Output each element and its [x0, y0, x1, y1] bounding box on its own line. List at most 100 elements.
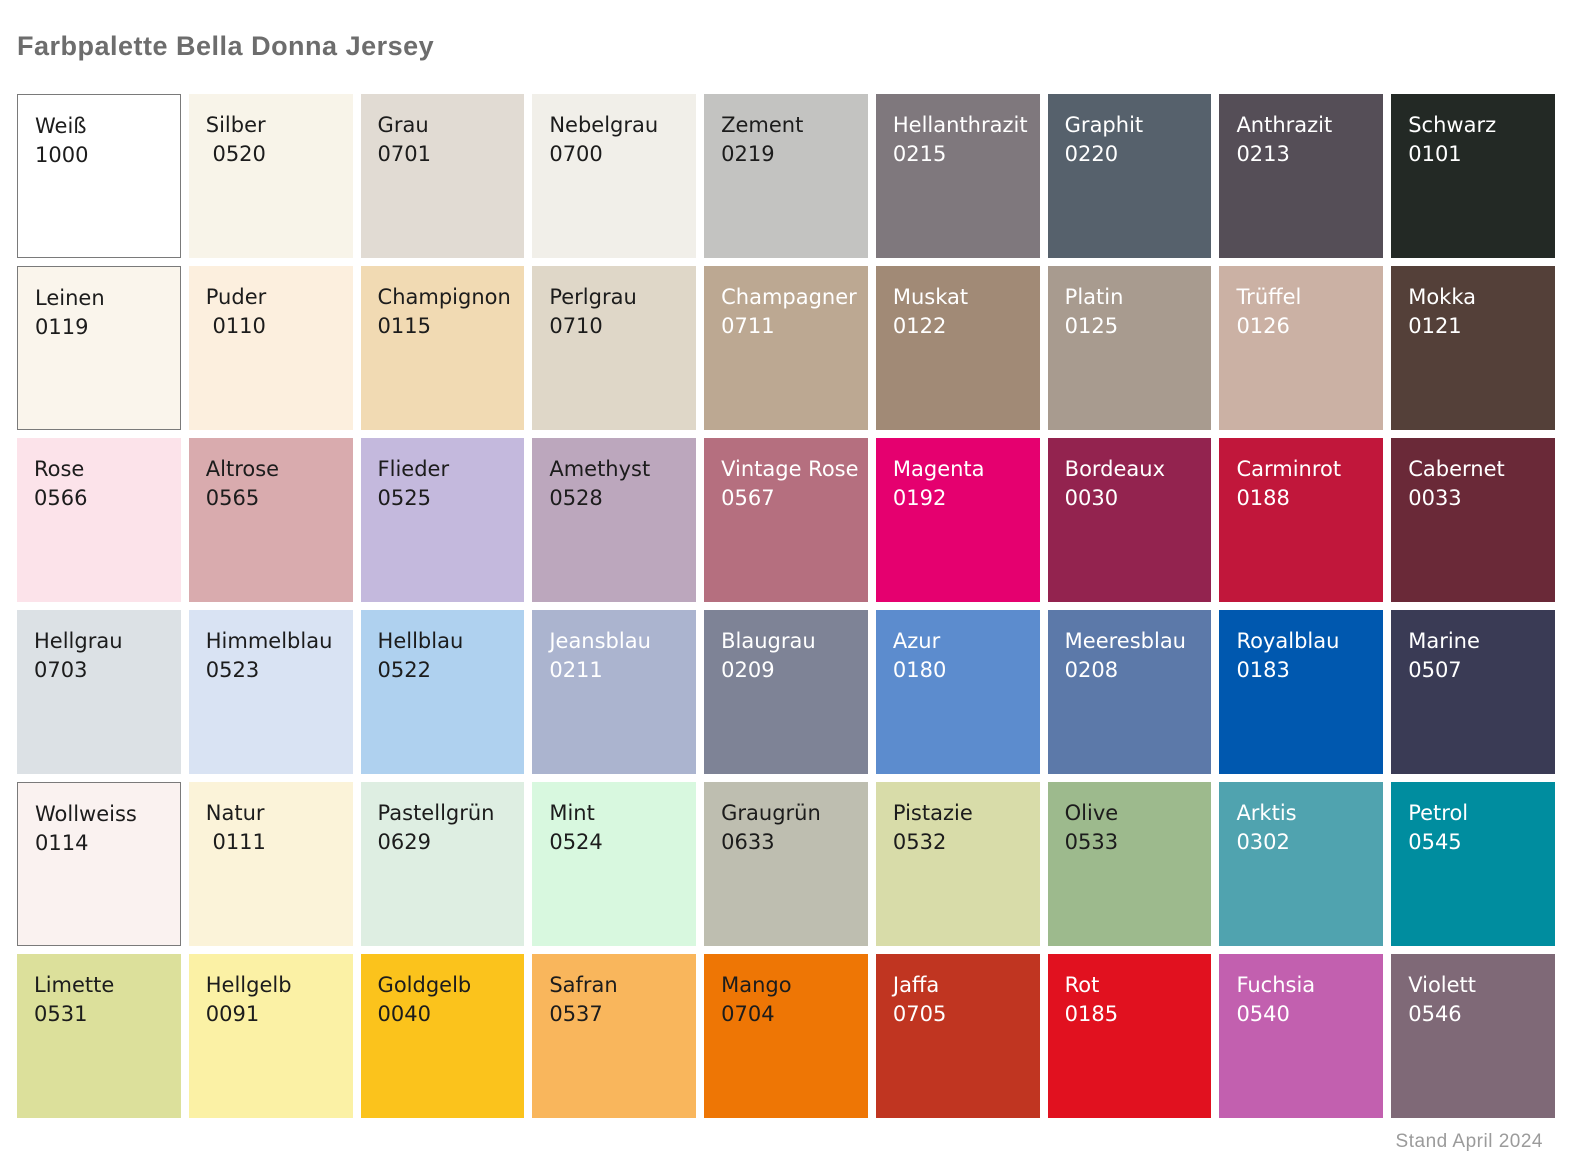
- swatch-code: 1000: [35, 141, 172, 170]
- color-swatch-0185: Rot0185: [1048, 954, 1212, 1118]
- swatch-code: 0110: [206, 312, 345, 341]
- swatch-name: Hellgrau: [34, 627, 173, 656]
- color-swatch-0040: Goldgelb0040: [361, 954, 525, 1118]
- swatch-name: Magenta: [893, 455, 1032, 484]
- color-swatch-0711: Champagner0711: [704, 266, 868, 430]
- swatch-name: Champignon: [378, 283, 517, 312]
- swatch-name: Violett: [1408, 971, 1547, 1000]
- color-swatch-0119: Leinen0119: [17, 266, 181, 430]
- swatch-name: Olive: [1065, 799, 1204, 828]
- swatch-code: 0125: [1065, 312, 1204, 341]
- color-swatch-grid: Weiß1000 Silber 0520 Grau0701 Nebelgrau0700…: [17, 94, 1555, 1118]
- color-swatch-0220: Graphit0220: [1048, 94, 1212, 258]
- swatch-code: 0114: [35, 829, 172, 858]
- color-swatch-0209: Blaugrau0209: [704, 610, 868, 774]
- swatch-name: Nebelgrau: [549, 111, 688, 140]
- swatch-code: 0700: [549, 140, 688, 169]
- swatch-name: Himmelblau: [206, 627, 345, 656]
- swatch-name: Goldgelb: [378, 971, 517, 1000]
- swatch-code: 0545: [1408, 828, 1547, 857]
- color-swatch-0030: Bordeaux0030: [1048, 438, 1212, 602]
- swatch-name: Schwarz: [1408, 111, 1547, 140]
- color-swatch-0703: Hellgrau0703: [17, 610, 181, 774]
- swatch-code: 0220: [1065, 140, 1204, 169]
- color-swatch-0522: Hellblau0522: [361, 610, 525, 774]
- color-swatch-0114: Wollweiss0114: [17, 782, 181, 946]
- color-swatch-0507: Marine0507: [1391, 610, 1555, 774]
- swatch-name: Champagner: [721, 283, 860, 312]
- swatch-name: Perlgrau: [549, 283, 688, 312]
- swatch-code: 0208: [1065, 656, 1204, 685]
- color-swatch-0629: Pastellgrün0629: [361, 782, 525, 946]
- swatch-name: Grau: [378, 111, 517, 140]
- swatch-name: Blaugrau: [721, 627, 860, 656]
- color-swatch-0545: Petrol0545: [1391, 782, 1555, 946]
- swatch-code: 0704: [721, 1000, 860, 1029]
- color-swatch-0110: Puder 0110: [189, 266, 353, 430]
- page-title: Farbpalette Bella Donna Jersey: [17, 30, 1555, 63]
- swatch-code: 0215: [893, 140, 1032, 169]
- swatch-code: 0701: [378, 140, 517, 169]
- swatch-code: 0711: [721, 312, 860, 341]
- swatch-code: 0540: [1236, 1000, 1375, 1029]
- color-swatch-0567: Vintage Rose0567: [704, 438, 868, 602]
- swatch-code: 0030: [1065, 484, 1204, 513]
- swatch-name: Mango: [721, 971, 860, 1000]
- color-swatch-0537: Safran0537: [532, 954, 696, 1118]
- swatch-code: 0091: [206, 1000, 345, 1029]
- color-swatch-0126: Trüffel0126: [1219, 266, 1383, 430]
- color-swatch-0213: Anthrazit0213: [1219, 94, 1383, 258]
- swatch-name: Altrose: [206, 455, 345, 484]
- swatch-code: 0302: [1236, 828, 1375, 857]
- color-swatch-0183: Royalblau0183: [1219, 610, 1383, 774]
- swatch-name: Bordeaux: [1065, 455, 1204, 484]
- swatch-code: 0192: [893, 484, 1032, 513]
- swatch-name: Arktis: [1236, 799, 1375, 828]
- swatch-code: 0188: [1236, 484, 1375, 513]
- swatch-name: Jaffa: [893, 971, 1032, 1000]
- swatch-name: Mokka: [1408, 283, 1547, 312]
- swatch-name: Graugrün: [721, 799, 860, 828]
- swatch-name: Silber: [206, 111, 345, 140]
- swatch-name: Petrol: [1408, 799, 1547, 828]
- color-swatch-0523: Himmelblau0523: [189, 610, 353, 774]
- swatch-name: Hellgelb: [206, 971, 345, 1000]
- version-date-label: Stand April 2024: [17, 1131, 1555, 1153]
- swatch-code: 0121: [1408, 312, 1547, 341]
- swatch-code: 0219: [721, 140, 860, 169]
- swatch-name: Safran: [549, 971, 688, 1000]
- swatch-code: 0111: [206, 828, 345, 857]
- swatch-code: 0710: [549, 312, 688, 341]
- swatch-code: 0565: [206, 484, 345, 513]
- swatch-code: 0629: [378, 828, 517, 857]
- swatch-code: 0532: [893, 828, 1032, 857]
- color-swatch-0546: Violett0546: [1391, 954, 1555, 1118]
- swatch-name: Hellblau: [378, 627, 517, 656]
- color-swatch-0115: Champignon0115: [361, 266, 525, 430]
- swatch-code: 0126: [1236, 312, 1375, 341]
- swatch-code: 0209: [721, 656, 860, 685]
- swatch-name: Hellanthrazit: [893, 111, 1032, 140]
- swatch-code: 0567: [721, 484, 860, 513]
- swatch-code: 0185: [1065, 1000, 1204, 1029]
- color-swatch-1000: Weiß1000: [17, 94, 181, 258]
- color-swatch-0215: Hellanthrazit0215: [876, 94, 1040, 258]
- swatch-name: Anthrazit: [1236, 111, 1375, 140]
- swatch-code: 0566: [34, 484, 173, 513]
- swatch-code: 0211: [549, 656, 688, 685]
- swatch-name: Amethyst: [549, 455, 688, 484]
- color-swatch-0033: Cabernet0033: [1391, 438, 1555, 602]
- swatch-code: 0520: [206, 140, 345, 169]
- swatch-name: Vintage Rose: [721, 455, 860, 484]
- swatch-code: 0537: [549, 1000, 688, 1029]
- swatch-name: Platin: [1065, 283, 1204, 312]
- color-swatch-0208: Meeresblau0208: [1048, 610, 1212, 774]
- swatch-code: 0523: [206, 656, 345, 685]
- color-swatch-0101: Schwarz0101: [1391, 94, 1555, 258]
- swatch-name: Natur: [206, 799, 345, 828]
- swatch-name: Azur: [893, 627, 1032, 656]
- swatch-name: Leinen: [35, 284, 172, 313]
- color-swatch-0566: Rose0566: [17, 438, 181, 602]
- swatch-name: Puder: [206, 283, 345, 312]
- swatch-code: 0122: [893, 312, 1032, 341]
